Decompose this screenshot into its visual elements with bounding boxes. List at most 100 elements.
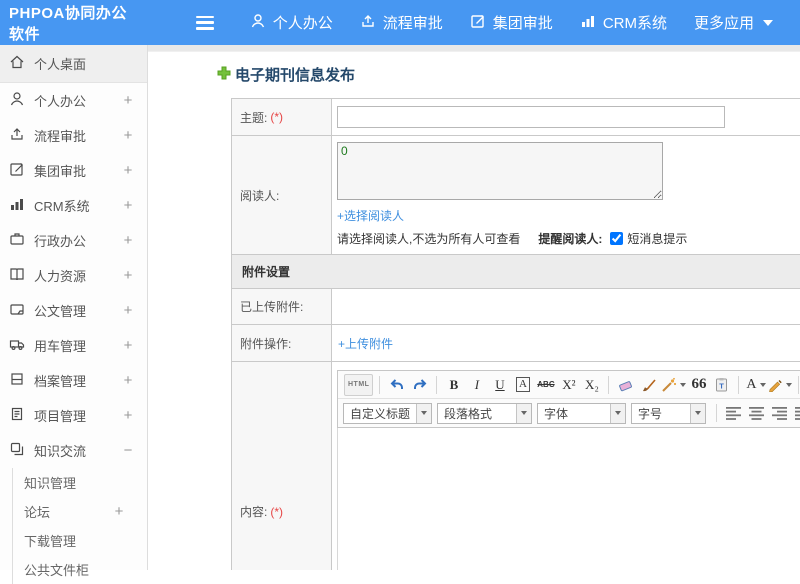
eraser-icon[interactable] bbox=[615, 374, 636, 396]
readers-row: 阅读人: 0 +选择阅读人 请选择阅读人,不选为所有人可查看 提醒阅读人: 短消… bbox=[232, 136, 800, 255]
remind-readers-label: 提醒阅读人: bbox=[538, 230, 602, 247]
attachment-section-header: 附件设置 bbox=[232, 255, 800, 289]
select-readers-link[interactable]: +选择阅读人 bbox=[337, 207, 800, 224]
top-header: PHPOA协同办公软件 个人办公 流程审批 集团审批 CRM系统 更多应用 bbox=[0, 0, 800, 45]
subscript-button[interactable]: X₂ bbox=[581, 374, 602, 396]
paragraph-format-dropdown[interactable]: 段落格式 bbox=[437, 403, 532, 424]
expand-icon[interactable]: + bbox=[122, 337, 134, 354]
expand-icon[interactable]: + bbox=[122, 407, 134, 424]
top-nav: 个人办公 流程审批 集团审批 CRM系统 更多应用 bbox=[250, 12, 800, 33]
edit-square-icon bbox=[470, 13, 493, 33]
sidebar-subitem-knowledge-mgmt[interactable]: 知识管理 bbox=[13, 468, 147, 497]
sidebar-item-admin-office[interactable]: 行政办公 + bbox=[0, 223, 147, 258]
sidebar-subitem-forum[interactable]: 论坛 + bbox=[13, 497, 147, 526]
publish-form: 主题: (*) 阅读人: 0 +选择阅读人 请选择阅读人,不选为所有人可查看 提… bbox=[231, 98, 800, 570]
align-left-icon[interactable] bbox=[723, 402, 744, 424]
font-family-dropdown[interactable]: 字体 bbox=[537, 403, 626, 424]
sidebar-item-personal-desktop[interactable]: 个人桌面 bbox=[0, 45, 147, 83]
content-row: 内容: (*) HTML B I U A ABC bbox=[232, 362, 800, 570]
document-icon bbox=[9, 406, 34, 425]
person-icon bbox=[9, 91, 34, 110]
align-right-icon[interactable] bbox=[769, 402, 790, 424]
bar-chart-icon bbox=[580, 13, 603, 33]
uploaded-label: 已上传附件: bbox=[240, 298, 303, 315]
sidebar: 个人桌面 个人办公 + 流程审批 + 集团审批 + CRM系统 + 行政办公 +… bbox=[0, 45, 148, 570]
strikethrough-button[interactable]: ABC bbox=[535, 374, 556, 396]
attachment-action-row: 附件操作: +上传附件 bbox=[232, 325, 800, 362]
subject-input[interactable] bbox=[337, 106, 725, 128]
home-icon bbox=[9, 54, 34, 73]
sidebar-item-documents[interactable]: 公文管理 + bbox=[0, 293, 147, 328]
highlight-pen-icon[interactable] bbox=[768, 374, 792, 396]
book-icon bbox=[9, 266, 34, 285]
sidebar-item-archives[interactable]: 档案管理 + bbox=[0, 363, 147, 398]
nav-workflow-approval[interactable]: 流程审批 bbox=[360, 12, 443, 33]
readers-textarea[interactable]: 0 bbox=[337, 142, 663, 200]
format-brush-icon[interactable] bbox=[638, 374, 659, 396]
person-icon bbox=[250, 13, 273, 33]
underline-button[interactable]: U bbox=[489, 374, 510, 396]
superscript-button[interactable]: X² bbox=[558, 374, 579, 396]
custom-title-dropdown[interactable]: 自定义标题 bbox=[343, 403, 432, 424]
sidebar-item-personal-office[interactable]: 个人办公 + bbox=[0, 83, 147, 118]
align-justify-icon[interactable] bbox=[792, 402, 800, 424]
subject-row: 主题: (*) bbox=[232, 99, 800, 136]
expand-icon[interactable]: + bbox=[122, 232, 134, 249]
sidebar-item-knowledge[interactable]: 知识交流 − bbox=[0, 433, 147, 468]
layers-icon bbox=[9, 441, 34, 460]
italic-button[interactable]: I bbox=[466, 374, 487, 396]
font-box-button[interactable]: A bbox=[516, 377, 530, 392]
blockquote-button[interactable]: 66 bbox=[688, 374, 709, 396]
chevron-down-icon bbox=[516, 404, 531, 423]
sidebar-item-vehicles[interactable]: 用车管理 + bbox=[0, 328, 147, 363]
sidebar-item-crm[interactable]: CRM系统 + bbox=[0, 188, 147, 223]
expand-icon[interactable]: + bbox=[122, 372, 134, 389]
hamburger-menu-icon[interactable] bbox=[196, 16, 214, 30]
truck-icon bbox=[9, 336, 34, 355]
upload-attachment-link[interactable]: +上传附件 bbox=[338, 335, 393, 352]
sms-remind-label: 短消息提示 bbox=[627, 230, 687, 247]
sidebar-item-hr[interactable]: 人力资源 + bbox=[0, 258, 147, 293]
attach-op-label: 附件操作: bbox=[240, 335, 291, 352]
collapse-icon[interactable]: − bbox=[122, 442, 134, 459]
bold-button[interactable]: B bbox=[443, 374, 464, 396]
nav-crm-system[interactable]: CRM系统 bbox=[580, 12, 667, 33]
required-mark: (*) bbox=[270, 110, 283, 124]
expand-icon[interactable]: + bbox=[122, 197, 134, 214]
expand-icon[interactable]: + bbox=[113, 503, 125, 520]
chevron-down-icon bbox=[416, 404, 431, 423]
readers-hint: 请选择阅读人,不选为所有人可查看 提醒阅读人: 短消息提示 bbox=[337, 230, 800, 247]
chevron-down-icon bbox=[610, 404, 625, 423]
svg-text:T: T bbox=[720, 381, 725, 390]
expand-icon[interactable]: + bbox=[122, 127, 134, 144]
expand-icon[interactable]: + bbox=[122, 267, 134, 284]
workflow-icon bbox=[9, 126, 34, 145]
redo-icon[interactable] bbox=[409, 374, 430, 396]
uploaded-attachments-row: 已上传附件: bbox=[232, 289, 800, 325]
edit-square-icon bbox=[9, 161, 34, 180]
editor-toolbar: HTML B I U A ABC X² X₂ bbox=[337, 370, 800, 428]
sidebar-item-workflow-approval[interactable]: 流程审批 + bbox=[0, 118, 147, 153]
font-color-button[interactable]: A bbox=[745, 374, 766, 396]
expand-icon[interactable]: + bbox=[122, 162, 134, 179]
expand-icon[interactable]: + bbox=[122, 92, 134, 109]
workflow-icon bbox=[360, 13, 383, 33]
nav-personal-office[interactable]: 个人办公 bbox=[250, 12, 333, 33]
undo-icon[interactable] bbox=[386, 374, 407, 396]
html-source-button[interactable]: HTML bbox=[344, 374, 373, 396]
briefcase-icon bbox=[9, 231, 34, 250]
sidebar-item-projects[interactable]: 项目管理 + bbox=[0, 398, 147, 433]
sidebar-item-group-approval[interactable]: 集团审批 + bbox=[0, 153, 147, 188]
chevron-down-icon bbox=[763, 20, 773, 26]
expand-icon[interactable]: + bbox=[122, 302, 134, 319]
bar-chart-icon bbox=[9, 196, 34, 215]
nav-group-approval[interactable]: 集团审批 bbox=[470, 12, 553, 33]
sms-remind-checkbox[interactable] bbox=[610, 232, 623, 245]
font-size-dropdown[interactable]: 字号 bbox=[631, 403, 706, 424]
autoformat-wand-icon[interactable] bbox=[661, 374, 686, 396]
sidebar-subitem-downloads[interactable]: 下载管理 bbox=[13, 526, 147, 555]
nav-more-apps[interactable]: 更多应用 bbox=[694, 12, 773, 33]
align-center-icon[interactable] bbox=[746, 402, 767, 424]
editor-content-area[interactable] bbox=[337, 428, 800, 570]
paste-icon[interactable]: T bbox=[711, 374, 732, 396]
